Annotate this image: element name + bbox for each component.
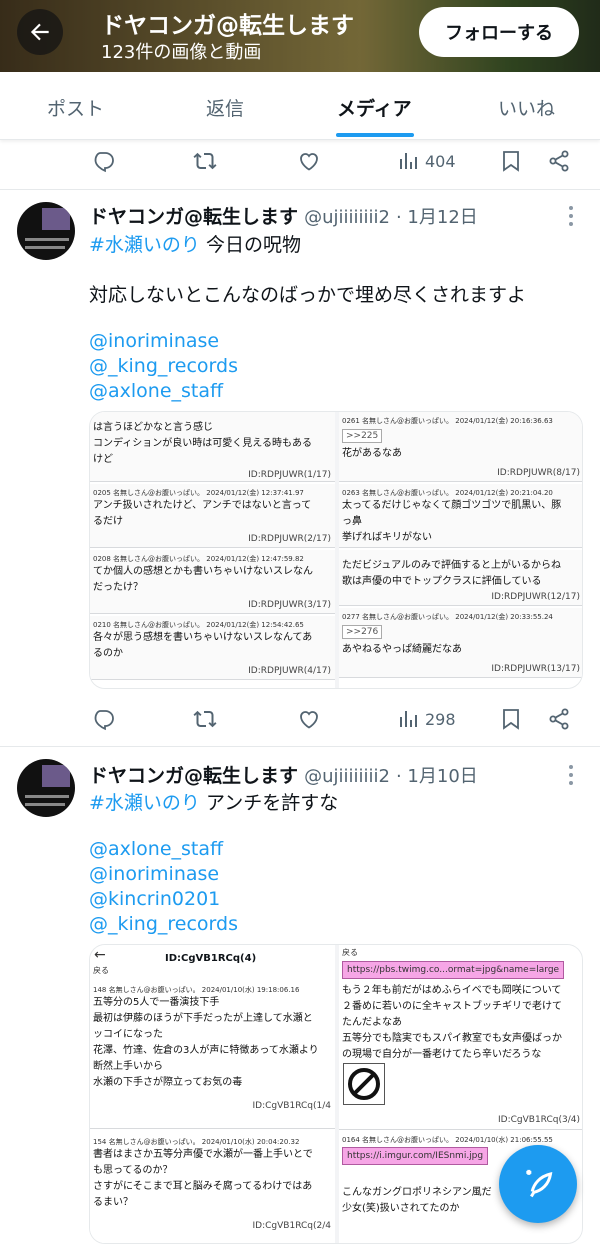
tweet-text: 対応しないとこんなのばっかで埋め尽くされますよ	[89, 284, 527, 306]
profile-tabs: ポスト 返信 メディア いいね	[0, 72, 600, 140]
reply-icon	[94, 710, 114, 731]
tweet[interactable]: ドヤコンガ@転生します @ujiiiiiiii2 · 1月12日 #水瀬いのり …	[0, 190, 600, 735]
tweet-author-name[interactable]: ドヤコンガ@転生します	[89, 765, 298, 787]
thread-id-title: ID:CgVB1RCq(4)	[165, 953, 257, 964]
reply-button[interactable]	[91, 149, 115, 173]
retweet-icon	[193, 710, 217, 728]
list-item: 0263 名無しさん@お腹いっぱい。 2024/01/12(金) 20:21:0…	[339, 484, 582, 548]
list-item: は言うほどかなと言う感じ コンディションが良い時は可愛く見える時もある けど I…	[90, 412, 335, 482]
bookmark-icon	[503, 151, 519, 172]
bookmark-button[interactable]	[499, 149, 523, 173]
image-link: https://i.imgur.com/IESnmi.jpg	[342, 1147, 489, 1165]
media-image[interactable]: は言うほどかなと言う感じ コンディションが良い時は可愛く見える時もある けど I…	[90, 412, 335, 688]
tweet-header: ドヤコンガ@転生します @ujiiiiiiii2 · 1月10日	[89, 761, 478, 788]
back-arrow-icon	[30, 23, 49, 41]
blocked-icon	[343, 1063, 385, 1105]
share-icon	[549, 150, 569, 172]
mention-link[interactable]: @inoriminase	[89, 863, 219, 885]
hashtag-link[interactable]: #水瀬いのり	[89, 792, 200, 814]
list-item: ただビジュアルのみで評価すると上がいるからね 歌は声優の中でトップクラスに評価し…	[339, 550, 582, 606]
like-button[interactable]	[297, 149, 321, 173]
share-icon	[549, 708, 569, 730]
list-item: 0277 名無しさん@お腹いっぱい。 2024/01/12(金) 20:33:5…	[339, 608, 582, 678]
tweet-author-handle[interactable]: @ujiiiiiiii2	[304, 207, 390, 228]
avatar[interactable]	[17, 759, 75, 817]
list-item: 0205 名無しさん@お腹いっぱい。 2024/01/12(金) 12:37:4…	[90, 484, 335, 548]
more-icon[interactable]	[564, 763, 578, 787]
media-count: 123件の画像と動画	[101, 42, 262, 63]
retweet-icon	[193, 152, 217, 170]
tweet-header: ドヤコンガ@転生します @ujiiiiiiii2 · 1月12日	[89, 202, 478, 229]
views-button[interactable]: 404	[397, 149, 456, 173]
media-image[interactable]: 0261 名無しさん@お腹いっぱい。 2024/01/12(金) 20:16:3…	[339, 412, 582, 688]
tweet-author-name[interactable]: ドヤコンガ@転生します	[89, 206, 298, 228]
views-button[interactable]: 298	[397, 707, 456, 731]
mention-link[interactable]: @_king_records	[89, 355, 238, 377]
compose-icon	[526, 1169, 553, 1198]
like-icon	[300, 711, 318, 729]
list-item: 0261 名無しさん@お腹いっぱい。 2024/01/12(金) 20:16:3…	[339, 412, 582, 482]
like-icon	[300, 153, 318, 171]
tab-media[interactable]: メディア	[337, 94, 412, 121]
back-button[interactable]	[17, 9, 63, 55]
image-link: https://pbs.twimg.co...ormat=jpg&name=la…	[342, 961, 565, 979]
follow-button[interactable]: フォローする	[419, 7, 579, 57]
compose-button[interactable]	[499, 1145, 577, 1223]
retweet-button[interactable]	[193, 149, 217, 173]
share-button[interactable]	[547, 707, 571, 731]
tweet-date[interactable]: · 1月10日	[396, 766, 478, 787]
mention-link[interactable]: @_king_records	[89, 913, 238, 935]
like-button[interactable]	[297, 707, 321, 731]
action-bar: 298	[0, 699, 600, 739]
tweet-author-handle[interactable]: @ujiiiiiiii2	[304, 766, 390, 787]
list-item: 154 名無しさん@お腹いっぱい。 2024/01/10(水) 20:04:20…	[90, 1131, 335, 1243]
bookmark-button[interactable]	[499, 707, 523, 731]
tab-posts[interactable]: ポスト	[47, 94, 104, 121]
list-item: 0208 名無しさん@お腹いっぱい。 2024/01/12(金) 12:47:5…	[90, 550, 335, 614]
active-tab-indicator	[336, 133, 414, 137]
views-count: 404	[425, 151, 456, 171]
tweet-text: #水瀬いのり アンチを許すな	[89, 792, 339, 814]
avatar[interactable]	[17, 202, 75, 260]
list-item: 0210 名無しさん@お腹いっぱい。 2024/01/12(金) 12:54:4…	[90, 616, 335, 680]
mention-link[interactable]: @axlone_staff	[89, 380, 223, 402]
retweet-button[interactable]	[193, 707, 217, 731]
mention-link[interactable]: @kincrin0201	[89, 888, 220, 910]
hashtag-link[interactable]: #水瀬いのり	[89, 234, 200, 256]
views-icon	[400, 153, 417, 169]
mention-link[interactable]: @axlone_staff	[89, 838, 223, 860]
tweet-media[interactable]: は言うほどかなと言う感じ コンディションが良い時は可愛く見える時もある けど I…	[89, 411, 583, 689]
action-bar: 404	[0, 141, 600, 181]
tweet-date[interactable]: · 1月12日	[396, 207, 478, 228]
bookmark-icon	[503, 709, 519, 730]
views-count: 298	[425, 709, 456, 729]
list-item: 148 名無しさん@お腹いっぱい。 2024/01/10(水) 19:18:06…	[90, 979, 335, 1129]
tweet-text: #水瀬いのり 今日の呪物	[89, 234, 301, 256]
mention-link[interactable]: @inoriminase	[89, 330, 219, 352]
more-icon[interactable]	[564, 204, 578, 228]
tab-likes[interactable]: いいね	[498, 94, 555, 121]
profile-name: ドヤコンガ@転生します	[101, 13, 354, 39]
tab-replies[interactable]: 返信	[206, 94, 244, 121]
reply-icon	[94, 152, 114, 173]
reply-button[interactable]	[91, 707, 115, 731]
share-button[interactable]	[547, 149, 571, 173]
views-icon	[400, 711, 417, 727]
back-arrow-icon: ←	[94, 947, 106, 963]
media-image[interactable]: ← 戻る ID:CgVB1RCq(4) 148 名無しさん@お腹いっぱい。 20…	[90, 945, 335, 1243]
